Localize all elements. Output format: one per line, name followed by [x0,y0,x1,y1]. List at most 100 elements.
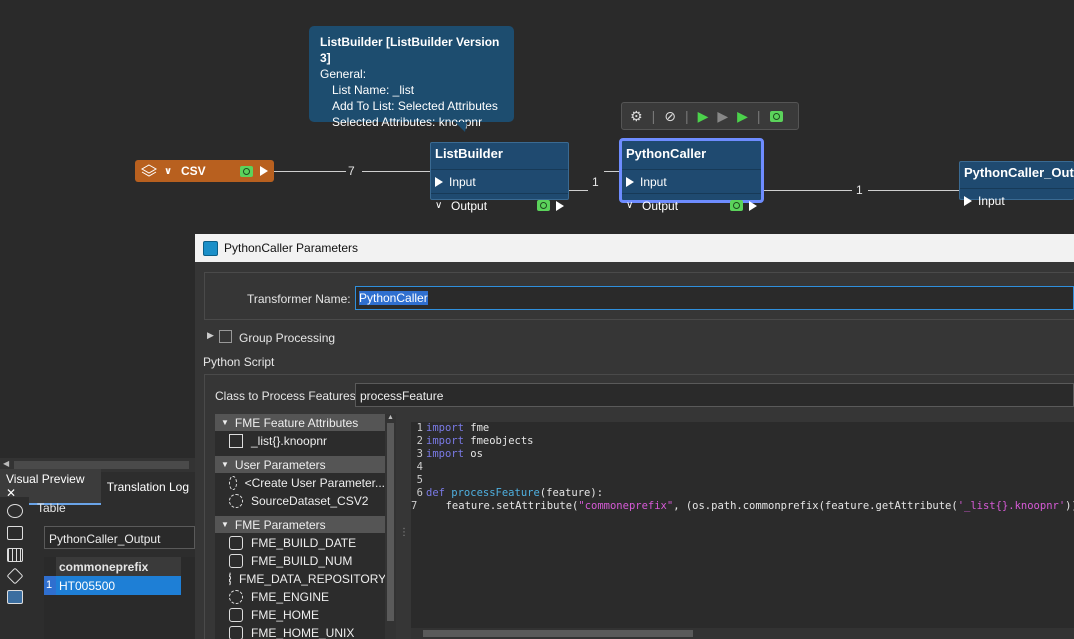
expand-arrow-icon[interactable]: ▶ [207,330,214,341]
tree-item[interactable]: FME_BUILD_NUM [215,552,385,570]
list-attribute-icon [229,434,243,448]
run-to-this-icon[interactable]: ▶ [737,108,748,125]
item-label: _list{}.knoopnr [251,434,328,448]
connection-line[interactable] [274,171,346,172]
chevron-down-icon[interactable]: ∨ [626,200,636,211]
group-label: FME Feature Attributes [234,415,359,430]
output-arrow-icon[interactable] [556,200,564,211]
port-label: Input [640,174,667,189]
tooltip-title: ListBuilder [ListBuilder Version 3] [320,35,500,65]
info-icon[interactable] [6,590,23,604]
dialog-title-bar[interactable]: PythonCaller Parameters [195,234,1074,262]
row-number[interactable]: 1 [44,576,56,595]
connection-line[interactable] [762,190,852,191]
input-port[interactable]: Input [431,169,568,193]
group-processing-label: Group Processing [239,331,336,345]
node-title: PythonCaller [626,146,707,161]
chevron-down-icon[interactable]: ∨ [435,200,445,211]
tree-group-header[interactable]: ▼ FME Parameters [215,516,385,533]
input-arrow-icon [435,176,443,187]
splitter-handle[interactable]: ⋮ [399,528,409,544]
feature-count: 7 [348,164,355,178]
output-port[interactable]: ∨ Output [431,193,568,217]
connection-line[interactable] [568,190,588,191]
table-cell[interactable]: HT005500 [56,576,181,595]
locked-parameter-icon [229,554,243,568]
port-label: Input [978,193,1005,208]
tag-icon[interactable] [6,567,23,585]
tree-group-header[interactable]: ▼ User Parameters [215,456,385,473]
csv-reader-node[interactable]: ∨ CSV [135,160,274,182]
collapse-arrow-icon[interactable]: ▼ [221,520,229,529]
transformer-name-input[interactable]: PythonCaller [355,286,1074,310]
pythoncaller-node[interactable]: PythonCaller Input ∨ Output [619,138,764,213]
eye-icon[interactable] [730,200,743,211]
class-input[interactable]: processFeature [355,383,1074,407]
tab-translation-log[interactable]: Translation Log [101,477,195,497]
inspect-icon[interactable] [769,110,783,122]
group-label: User Parameters [234,457,326,472]
eye-icon[interactable] [240,165,253,177]
pythoncaller-output-node[interactable]: PythonCaller_Output Input [959,161,1074,208]
feature-count: 1 [856,183,863,197]
tree-item[interactable]: _list{}.knoopnr [215,432,385,450]
output-port[interactable]: ∨ Output [622,193,761,217]
tooltip-line: Add To List: Selected Attributes [332,99,498,113]
table-view-icon[interactable] [6,526,23,540]
input-arrow-icon [964,195,972,206]
feature-count: 1 [592,175,599,189]
tree-item[interactable]: FME_DATA_REPOSITORY [215,570,385,588]
item-label: FME_DATA_REPOSITORY [239,572,385,586]
collapse-arrow-icon[interactable]: ▼ [221,418,229,427]
gear-icon[interactable]: ⚙ [630,108,643,125]
run-from-icon[interactable]: ▶ [717,108,728,125]
tree-scrollbar[interactable]: ▲ [385,414,396,639]
python-code-editor[interactable]: 1 import fme 2 import fmeobjects 3 import o… [411,422,1074,639]
output-arrow-icon[interactable] [749,200,757,211]
locked-parameter-icon [229,536,243,550]
tree-group-header[interactable]: ▼ FME Feature Attributes [215,414,385,431]
input-port[interactable]: Input [622,169,761,193]
tab-label: Visual Preview [6,471,85,486]
grid-icon[interactable] [6,548,23,562]
run-to-icon[interactable]: ▶ [698,108,709,125]
tree-item[interactable]: FME_ENGINE [215,588,385,606]
parameter-icon [229,494,243,508]
attribute-tree[interactable]: ▼ FME Feature Attributes _list{}.knoopnr … [215,414,385,639]
tree-item[interactable]: FME_BUILD_DATE [215,534,385,552]
column-header[interactable]: commoneprefix [56,557,181,576]
scrollbar-thumb[interactable] [387,423,394,621]
group-processing-checkbox[interactable] [219,330,232,343]
listbuilder-node[interactable]: ListBuilder Input ∨ Output [430,142,569,213]
scroll-left-icon[interactable]: ◀ [3,459,9,468]
tree-item[interactable]: <Create User Parameter... [215,474,385,492]
collapse-arrow-icon[interactable]: ▼ [221,460,229,469]
scrollbar-thumb[interactable] [423,630,693,637]
select-icon[interactable] [6,504,23,518]
item-label: <Create User Parameter... [244,476,385,490]
tree-item[interactable]: FME_HOME [215,606,385,624]
input-port[interactable]: Input [960,188,1074,212]
scroll-up-icon[interactable]: ▲ [385,414,396,421]
code-line: 3 import os [416,448,483,460]
eye-icon[interactable] [537,200,550,211]
separator: | [756,108,761,124]
disable-icon[interactable]: ⊘ [664,108,676,125]
separator: | [651,108,656,124]
tooltip-tail [455,122,467,132]
output-port-arrow-icon[interactable] [260,166,268,176]
port-label: Output [451,198,488,213]
dataset-select[interactable]: PythonCaller_Output [44,526,195,549]
code-horizontal-scrollbar[interactable] [411,628,1074,639]
tooltip-line: List Name: _list [332,83,415,97]
chevron-down-icon[interactable]: ∨ [164,166,174,177]
connection-line[interactable] [868,190,960,191]
transformer-name-value: PythonCaller [359,291,428,305]
tree-item[interactable]: SourceDataset_CSV2 [215,492,385,510]
tree-item[interactable]: FME_HOME_UNIX [215,624,385,639]
locked-parameter-icon [229,626,243,639]
connection-line[interactable] [362,171,432,172]
listbuilder-tooltip: ListBuilder [ListBuilder Version 3] Gene… [309,26,514,129]
dialog-title: PythonCaller Parameters [224,241,359,255]
item-label: FME_HOME [251,608,320,622]
